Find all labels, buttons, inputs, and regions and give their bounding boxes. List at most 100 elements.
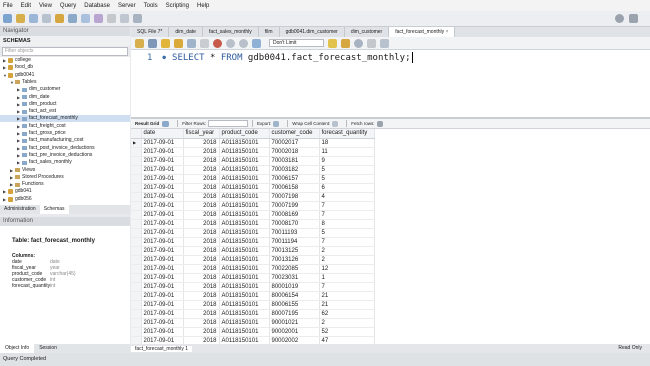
- table-cell[interactable]: 2018: [183, 228, 220, 238]
- table-cell[interactable]: 70007199: [269, 201, 320, 211]
- commit-icon[interactable]: [226, 38, 235, 48]
- table-row[interactable]: 2017-09-01 2018 A0118150101 70008170 8: [131, 219, 375, 229]
- table-cell[interactable]: 2018: [183, 264, 220, 274]
- tree-node-functions[interactable]: ▶ Functions: [10, 181, 44, 188]
- editor-tab-dim-date[interactable]: dim_date: [169, 27, 203, 37]
- open-sql-icon[interactable]: [16, 14, 25, 23]
- table-row[interactable]: 2017-09-01 2018 A0118150101 70007198 4: [131, 192, 375, 202]
- table-cell[interactable]: 2: [319, 255, 375, 265]
- expand-arrow-icon[interactable]: ▶: [10, 174, 14, 181]
- sql-script-icon[interactable]: [29, 14, 38, 23]
- tree-node-fact-freight-cost[interactable]: ▶ fact_freight_cost: [17, 123, 66, 130]
- save-icon[interactable]: [148, 38, 157, 48]
- table-cell[interactable]: 2018: [183, 318, 220, 328]
- table-row[interactable]: 2017-09-01 2018 A0118150101 80006154 21: [131, 291, 375, 301]
- table-cell[interactable]: 2017-09-01: [141, 183, 184, 193]
- table-cell[interactable]: 70006158: [269, 183, 320, 193]
- table-cell[interactable]: 80007195: [269, 309, 320, 319]
- tree-node-dim-date[interactable]: ▶ dim_date: [17, 94, 50, 101]
- table-cell[interactable]: A0118150101: [219, 309, 270, 319]
- table-cell[interactable]: A0118150101: [219, 165, 270, 175]
- table-row[interactable]: 2017-09-01 2018 A0118150101 70003181 9: [131, 156, 375, 166]
- open-file-icon[interactable]: [135, 38, 144, 48]
- table-cell[interactable]: 90002001: [269, 327, 320, 337]
- table-cell[interactable]: 2017-09-01: [141, 201, 184, 211]
- table-cell[interactable]: A0118150101: [219, 300, 270, 310]
- invisible-chars-icon[interactable]: [367, 38, 376, 48]
- table-cell[interactable]: A0118150101: [219, 273, 270, 283]
- table-cell[interactable]: 2018: [183, 156, 220, 166]
- expand-arrow-icon[interactable]: ▶: [17, 152, 21, 159]
- column-header-date[interactable]: date: [141, 129, 184, 139]
- tree-node-fact-forecast-monthly[interactable]: ▶ fact_forecast_monthly: [0, 115, 130, 123]
- filter-rows-input[interactable]: [208, 120, 249, 127]
- table-cell[interactable]: 12: [319, 264, 375, 274]
- result-tab[interactable]: fact_forecast_monthly 1: [131, 345, 193, 352]
- expand-arrow-icon[interactable]: ▶: [10, 167, 14, 174]
- table-cell[interactable]: 2018: [183, 273, 220, 283]
- editor-tab-sql-file-7[interactable]: SQL File 7*: [131, 27, 170, 37]
- export-icon[interactable]: [273, 120, 280, 127]
- execute-icon[interactable]: [161, 38, 170, 48]
- table-cell[interactable]: 2018: [183, 282, 220, 292]
- expand-arrow-icon[interactable]: ▶: [17, 86, 21, 93]
- table-cell[interactable]: A0118150101: [219, 174, 270, 184]
- table-row[interactable]: 2017-09-01 2018 A0118150101 70008169 7: [131, 210, 375, 220]
- table-cell[interactable]: A0118150101: [219, 192, 270, 202]
- tree-node-fact-manufacturing-cost[interactable]: ▶ fact_manufacturing_cost: [17, 137, 83, 144]
- menu-item-scripting[interactable]: Scripting: [166, 3, 189, 9]
- tree-node-dim-product[interactable]: ▶ dim_product: [17, 101, 57, 108]
- menu-item-help[interactable]: Help: [197, 3, 209, 9]
- table-cell[interactable]: A0118150101: [219, 138, 270, 148]
- menu-item-server[interactable]: Server: [118, 3, 136, 9]
- table-cell[interactable]: 2017-09-01: [141, 318, 184, 328]
- table-cell[interactable]: A0118150101: [219, 156, 270, 166]
- expand-arrow-icon[interactable]: ▶: [17, 108, 21, 115]
- table-cell[interactable]: 70023031: [269, 273, 320, 283]
- table-cell[interactable]: 5: [319, 174, 375, 184]
- table-cell[interactable]: A0118150101: [219, 336, 270, 344]
- table-row[interactable]: 2017-09-01 2018 A0118150101 70011193 5: [131, 228, 375, 238]
- table-cell[interactable]: A0118150101: [219, 282, 270, 292]
- expand-arrow-icon[interactable]: ▶: [17, 159, 21, 166]
- editor-tab-gdb0041-dim-customer[interactable]: gdb0041.dim_customer: [280, 27, 345, 37]
- table-cell[interactable]: 7: [319, 237, 375, 247]
- collapse-arrow-icon[interactable]: ▼: [10, 79, 14, 86]
- tree-node-fact-pre-invoice-deductions[interactable]: ▶ fact_pre_invoice_deductions: [17, 152, 92, 159]
- table-cell[interactable]: 70002017: [269, 138, 320, 148]
- tree-node-gdb0041[interactable]: ▼ gdb0041: [3, 72, 34, 79]
- menu-item-file[interactable]: File: [3, 3, 13, 9]
- toggle-error-icon[interactable]: [213, 38, 222, 48]
- table-cell[interactable]: 8: [319, 219, 375, 229]
- table-row[interactable]: 2017-09-01 2018 A0118150101 70006158 6: [131, 183, 375, 193]
- table-cell[interactable]: 2018: [183, 327, 220, 337]
- table-cell[interactable]: 2018: [183, 210, 220, 220]
- table-cell[interactable]: 2017-09-01: [141, 219, 184, 229]
- table-cell[interactable]: 2018: [183, 309, 220, 319]
- expand-arrow-icon[interactable]: ▶: [3, 188, 7, 195]
- table-row[interactable]: 2017-09-01 2018 A0118150101 70013126 2: [131, 255, 375, 265]
- table-cell[interactable]: A0118150101: [219, 183, 270, 193]
- tree-node-gdb056[interactable]: ▶ gdb056: [3, 196, 32, 203]
- table-cell[interactable]: 1: [319, 273, 375, 283]
- table-cell[interactable]: 2017-09-01: [141, 282, 184, 292]
- tree-node-dim-customer[interactable]: ▶ dim_customer: [17, 86, 60, 93]
- table-cell[interactable]: 90001021: [269, 318, 320, 328]
- table-cell[interactable]: 90002002: [269, 336, 320, 344]
- grid-icon[interactable]: [162, 120, 170, 127]
- table-cell[interactable]: 21: [319, 300, 375, 310]
- menu-item-edit[interactable]: Edit: [21, 3, 31, 9]
- tab-session[interactable]: Session: [34, 344, 62, 353]
- table-cell[interactable]: 2018: [183, 300, 220, 310]
- table-row[interactable]: 2017-09-01 2018 A0118150101 70011194 7: [131, 237, 375, 247]
- search-table-icon[interactable]: [120, 14, 129, 23]
- table-cell[interactable]: A0118150101: [219, 291, 270, 301]
- table-row[interactable]: 2017-09-01 2018 A0118150101 90002002 47: [131, 336, 375, 344]
- table-cell[interactable]: 18: [319, 138, 375, 148]
- table-cell[interactable]: 2017-09-01: [141, 300, 184, 310]
- expand-arrow-icon[interactable]: ▶: [17, 123, 21, 130]
- table-cell[interactable]: 2018: [183, 291, 220, 301]
- column-header-product-code[interactable]: product_code: [219, 129, 270, 139]
- rollback-icon[interactable]: [239, 38, 248, 48]
- result-grid-label[interactable]: Result Grid: [135, 121, 159, 126]
